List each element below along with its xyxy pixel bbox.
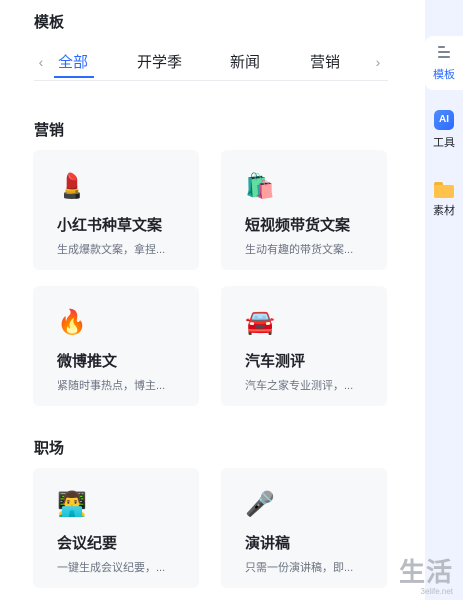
card-name: 演讲稿 <box>245 535 291 552</box>
card-description: 生成爆款文案，拿捏... <box>57 244 166 256</box>
section-title-workplace: 职场 <box>34 440 65 457</box>
tab-marketing[interactable]: 营销 <box>310 51 340 72</box>
fire-icon: 🔥 <box>57 308 87 336</box>
watermark-logo-text: 生活 <box>398 557 453 587</box>
card-weibo-post[interactable]: 🔥 微博推文 紧随时事热点，博主... <box>33 286 199 406</box>
sidebar-item-materials[interactable]: 素材 <box>425 182 463 218</box>
card-name: 微博推文 <box>57 353 118 370</box>
tabs-prev-arrow-icon[interactable]: ‹ <box>34 54 48 70</box>
card-speech-draft[interactable]: 🎤 演讲稿 只需一份演讲稿，即... <box>221 468 387 588</box>
card-description: 紧随时事热点，博主... <box>57 380 166 392</box>
tab-all[interactable]: 全部 <box>58 51 88 72</box>
card-description: 生动有趣的带货文案... <box>245 244 354 256</box>
sidebar-item-label: 工具 <box>433 137 455 149</box>
card-name: 会议纪要 <box>57 535 118 552</box>
template-icon <box>436 44 452 62</box>
laptop-person-icon: 👨‍💻 <box>57 490 87 518</box>
template-panel: 模板 ‹ 全部 开学季 新闻 营销 › 营销 💄 小红书种草文案 生成爆款文案，… <box>0 0 418 600</box>
card-car-review[interactable]: 🚘 汽车测评 汽车之家专业测评，... <box>221 286 387 406</box>
right-sidebar: 模板 AI 工具 素材 <box>425 0 463 600</box>
section-title-marketing: 营销 <box>34 122 65 139</box>
microphone-icon: 🎤 <box>245 490 275 518</box>
panel-title: 模板 <box>34 14 65 31</box>
sidebar-item-tools[interactable]: AI 工具 <box>425 110 463 150</box>
sidebar-item-label: 模板 <box>433 69 455 81</box>
ai-tool-icon: AI <box>434 110 454 130</box>
card-description: 一键生成会议纪要，... <box>57 562 166 574</box>
card-name: 短视频带货文案 <box>245 217 351 234</box>
card-meeting-minutes[interactable]: 👨‍💻 会议纪要 一键生成会议纪要，... <box>33 468 199 588</box>
tab-back-to-school[interactable]: 开学季 <box>137 51 182 72</box>
sidebar-item-label: 素材 <box>433 205 455 217</box>
site-watermark: 生活 3elife.net <box>399 552 453 596</box>
tabs-next-arrow-icon[interactable]: › <box>371 54 385 70</box>
tab-news[interactable]: 新闻 <box>230 51 260 72</box>
car-icon: 🚘 <box>245 308 275 336</box>
active-tab-underline <box>54 76 94 78</box>
card-name: 汽车测评 <box>245 353 306 370</box>
card-name: 小红书种草文案 <box>57 217 163 234</box>
shopping-bags-icon: 🛍️ <box>245 172 275 200</box>
card-description: 只需一份演讲稿，即... <box>245 562 354 574</box>
card-xiaohongshu-copy[interactable]: 💄 小红书种草文案 生成爆款文案，拿捏... <box>33 150 199 270</box>
sidebar-item-templates[interactable]: 模板 <box>425 36 463 90</box>
card-short-video-copy[interactable]: 🛍️ 短视频带货文案 生动有趣的带货文案... <box>221 150 387 270</box>
folder-icon <box>434 182 454 198</box>
category-tabs: ‹ 全部 开学季 新闻 营销 › <box>34 44 388 81</box>
card-description: 汽车之家专业测评，... <box>245 380 354 392</box>
lipstick-icon: 💄 <box>57 172 87 200</box>
